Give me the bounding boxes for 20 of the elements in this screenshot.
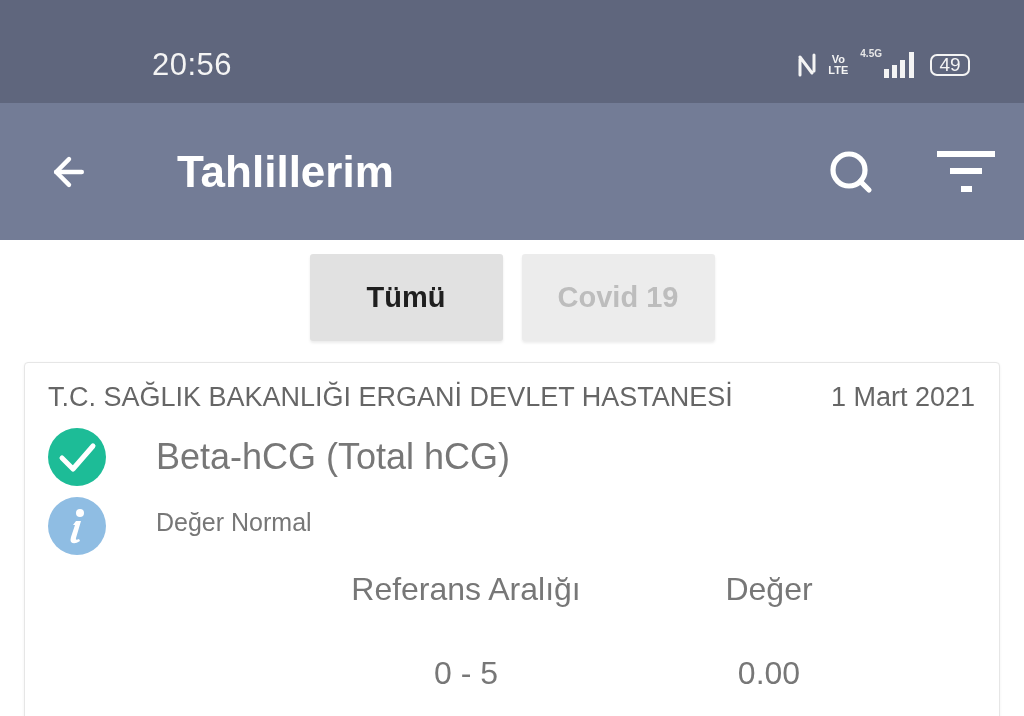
test-name: Beta-hCG (Total hCG) bbox=[156, 436, 511, 478]
info-icon bbox=[48, 497, 106, 555]
result-note: Değer Normal bbox=[156, 507, 312, 537]
volte-indicator: Vo LTE bbox=[828, 53, 849, 76]
signal-icon bbox=[884, 51, 914, 78]
network-type: 4.5G bbox=[860, 47, 882, 59]
column-header: Referans Aralığı bbox=[350, 571, 582, 607]
page-title: Tahlillerim bbox=[177, 146, 394, 197]
category-tab[interactable]: Tümü bbox=[309, 254, 503, 341]
status-time: 20:56 bbox=[152, 46, 233, 83]
nfc-icon bbox=[798, 52, 817, 77]
column-header: Değer bbox=[724, 571, 814, 607]
value-cell-text: 0 - 5 bbox=[433, 655, 499, 691]
battery-indicator: 49 bbox=[930, 53, 970, 76]
filter-button[interactable] bbox=[937, 150, 995, 193]
result-date: 1 Mart 2021 bbox=[830, 382, 975, 413]
hospital-name: T.C. SAĞLIK BAKANLIĞI ERGANİ DEVLET HASTANESİ bbox=[48, 382, 733, 413]
filter-icon bbox=[937, 150, 995, 193]
value-cell-text: 0.00 bbox=[736, 655, 802, 691]
result-card[interactable]: T.C. SAĞLIK BAKANLIĞI ERGANİ DEVLET HASTANESİ 1 Mart 2021 Beta-hCG (Total hCG) Değer Normal Referans Aralığı Değer 0 - 5 0.00 bbox=[24, 362, 1000, 716]
